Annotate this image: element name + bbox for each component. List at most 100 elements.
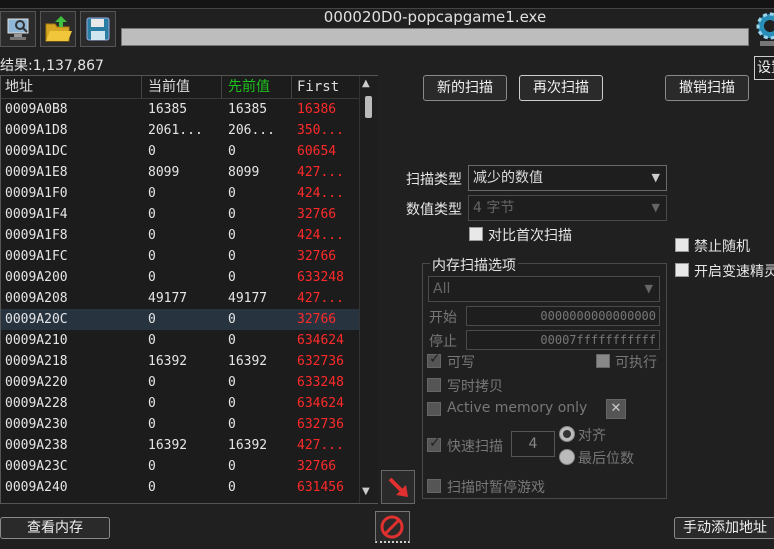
scroll-up-arrow-icon[interactable]: ▲: [362, 78, 370, 89]
table-row[interactable]: 0009A23C 0 0 32766: [1, 456, 359, 477]
table-row[interactable]: 0009A218 16392 16392 632736: [1, 351, 359, 372]
copy-on-write-checkbox[interactable]: [427, 378, 441, 392]
stop-address-input[interactable]: 00007fffffffffff: [466, 330, 660, 350]
speedhack-checkbox[interactable]: [675, 263, 689, 277]
column-separator[interactable]: [141, 76, 142, 98]
save-button[interactable]: [80, 11, 116, 47]
disable-random-checkbox[interactable]: [675, 238, 689, 252]
table-row[interactable]: 0009A238 16392 16392 427...: [1, 435, 359, 456]
cell-value: 0: [148, 270, 156, 285]
fast-scan-input[interactable]: 4: [511, 431, 555, 457]
add-address-manually-button[interactable]: 手动添加地址: [674, 517, 774, 539]
new-scan-button[interactable]: 新的扫描: [423, 75, 507, 101]
stop-address-label: 停止: [429, 334, 457, 350]
cell-first: 350...: [297, 123, 344, 138]
undo-scan-button[interactable]: 撤销扫描: [665, 75, 749, 101]
table-row[interactable]: 0009A0B8 16385 16385 16386: [1, 99, 359, 120]
scan-type-select[interactable]: 减少的数值 ▼: [468, 165, 667, 191]
results-list-header: 地址 当前值 先前值 First: [1, 76, 359, 99]
column-header-address[interactable]: 地址: [5, 78, 33, 98]
cell-first: 632736: [297, 354, 344, 369]
table-row[interactable]: 0009A200 0 0 633248: [1, 267, 359, 288]
column-separator[interactable]: [291, 76, 292, 98]
table-row[interactable]: 0009A228 0 0 634624: [1, 393, 359, 414]
cell-first: 427...: [297, 438, 344, 453]
open-process-button[interactable]: [0, 11, 36, 47]
cell-address: 0009A220: [5, 375, 68, 390]
open-file-button[interactable]: [40, 11, 76, 47]
column-header-first[interactable]: First: [297, 78, 339, 98]
add-to-list-button[interactable]: [381, 470, 415, 504]
compare-first-checkbox[interactable]: [469, 227, 483, 241]
next-scan-button[interactable]: 再次扫描: [519, 75, 603, 101]
writable-checkbox[interactable]: [427, 351, 441, 368]
value-type-select[interactable]: 4 字节 ▼: [468, 195, 667, 221]
cell-first: 32766: [297, 312, 337, 327]
cell-previous: 206...: [228, 123, 275, 138]
cell-first: 632736: [297, 417, 344, 432]
cell-value: 0: [148, 333, 156, 348]
table-row[interactable]: 0009A208 49177 49177 427...: [1, 288, 359, 309]
align-label: 对齐: [578, 428, 606, 444]
stop-scan-button[interactable]: [375, 511, 410, 543]
pause-game-checkbox[interactable]: [427, 479, 441, 493]
cell-previous: 0: [228, 333, 236, 348]
results-scrollbar[interactable]: [359, 76, 378, 503]
results-count: 结果:1,137,867: [0, 58, 104, 74]
table-row[interactable]: 0009A1F4 0 0 32766: [1, 204, 359, 225]
cell-previous: 0: [228, 228, 236, 243]
settings-button[interactable]: 设置: [754, 56, 774, 80]
last-digits-radio[interactable]: [559, 449, 575, 465]
cell-value: 0: [148, 207, 156, 222]
cheat-engine-logo[interactable]: [752, 8, 774, 48]
scrollbar-thumb[interactable]: [365, 96, 372, 118]
scan-type-value: 减少的数值: [473, 170, 543, 186]
table-row[interactable]: 0009A240 0 0 631456: [1, 477, 359, 498]
cell-value: 0: [148, 396, 156, 411]
close-icon[interactable]: ✕: [606, 399, 626, 419]
cell-first: 32766: [297, 207, 337, 222]
cell-previous: 0: [228, 144, 236, 159]
table-row[interactable]: 0009A1DC 0 0 60654: [1, 141, 359, 162]
executable-checkbox[interactable]: [596, 354, 610, 368]
cell-first: 32766: [297, 249, 337, 264]
align-radio[interactable]: [559, 426, 575, 442]
table-row[interactable]: 0009A1F8 0 0 424...: [1, 225, 359, 246]
last-digits-label: 最后位数: [578, 451, 634, 467]
view-memory-button[interactable]: 查看内存: [0, 517, 110, 539]
active-memory-checkbox[interactable]: [427, 402, 441, 416]
cell-value: 16392: [148, 354, 188, 369]
cell-address: 0009A208: [5, 291, 68, 306]
cell-first: 631456: [297, 480, 344, 495]
results-list[interactable]: 地址 当前值 先前值 First 0009A0B8 16385 16385 16386…: [0, 75, 378, 504]
computer-icon: [7, 18, 29, 40]
column-header-value[interactable]: 当前值: [148, 78, 190, 98]
table-row[interactable]: 0009A20C 0 0 32766: [1, 309, 359, 330]
cell-first: 633248: [297, 375, 344, 390]
red-arrow-icon: [388, 477, 408, 497]
table-row[interactable]: 0009A1FC 0 0 32766: [1, 246, 359, 267]
column-header-previous[interactable]: 先前值: [228, 78, 270, 98]
fast-scan-checkbox[interactable]: [427, 435, 441, 452]
table-row[interactable]: 0009A1F0 0 0 424...: [1, 183, 359, 204]
table-row[interactable]: 0009A1D8 2061... 206... 350...: [1, 120, 359, 141]
copy-on-write-label: 写时拷贝: [447, 379, 503, 395]
cell-previous: 0: [228, 312, 236, 327]
cell-value: 16392: [148, 438, 188, 453]
table-row[interactable]: 0009A220 0 0 633248: [1, 372, 359, 393]
cell-value: 0: [148, 375, 156, 390]
executable-label: 可执行: [615, 355, 657, 371]
cell-first: 633248: [297, 270, 344, 285]
cell-first: 427...: [297, 165, 344, 180]
memory-region-select[interactable]: All ▼: [428, 276, 660, 302]
scroll-down-arrow-icon[interactable]: ▼: [362, 486, 370, 497]
start-address-input[interactable]: 0000000000000000: [466, 306, 660, 326]
cell-address: 0009A23C: [5, 459, 68, 474]
compare-first-label: 对比首次扫描: [488, 228, 572, 244]
table-row[interactable]: 0009A210 0 0 634624: [1, 330, 359, 351]
table-row[interactable]: 0009A1E8 8099 8099 427...: [1, 162, 359, 183]
cell-address: 0009A1F4: [5, 207, 68, 222]
floppy-disk-icon: [86, 17, 110, 41]
column-separator[interactable]: [221, 76, 222, 98]
table-row[interactable]: 0009A230 0 0 632736: [1, 414, 359, 435]
